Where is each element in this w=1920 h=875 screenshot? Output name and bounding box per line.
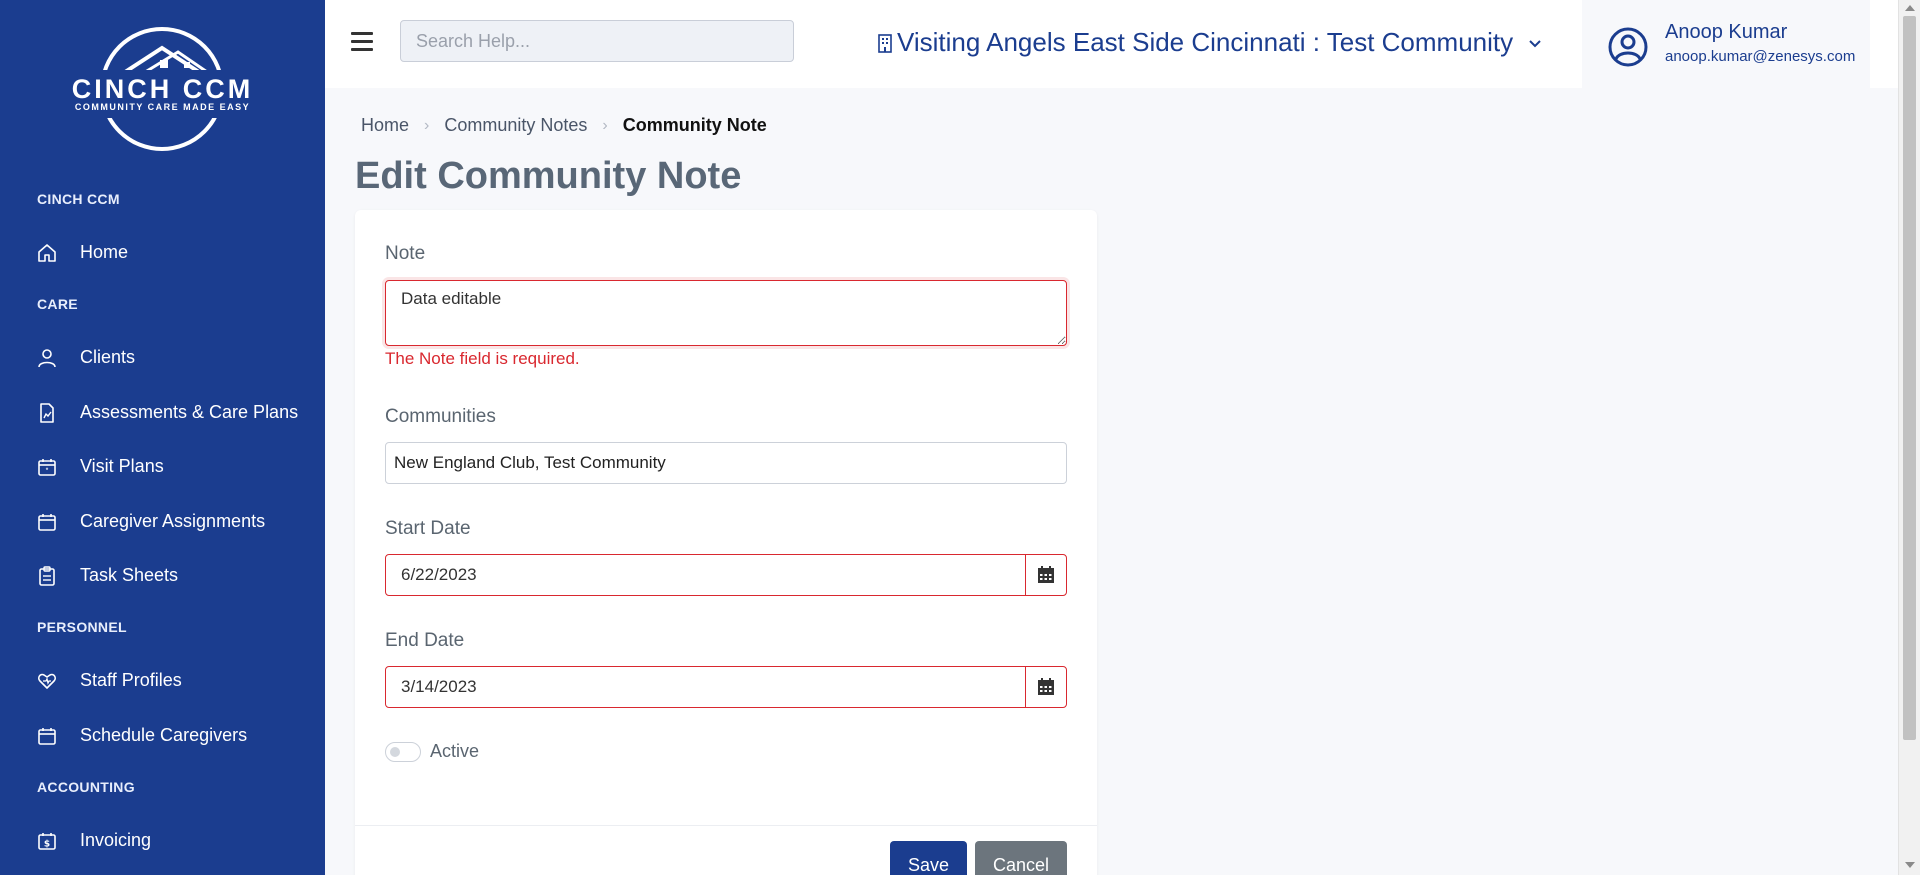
sidebar-item-label: Invoicing (80, 830, 152, 850)
chevron-right-icon: › (602, 116, 608, 134)
calendar-icon (38, 514, 56, 531)
sidebar-item-home[interactable]: Home (0, 231, 325, 275)
note-error-message: The Note field is required. (385, 349, 580, 368)
logo-tagline: COMMUNITY CARE MADE EASY (74, 102, 251, 112)
start-date-field (385, 554, 1067, 596)
sidebar-item-task-sheets[interactable]: Task Sheets (0, 554, 325, 598)
sidebar-item-label: Clients (80, 347, 136, 367)
active-label: Active (430, 741, 480, 761)
chevron-right-icon: › (424, 116, 430, 134)
cancel-button[interactable]: Cancel (975, 841, 1067, 875)
agency-name: Visiting Angels East Side Cincinnati : T… (897, 27, 1514, 57)
section-label-personnel: PERSONNEL (37, 619, 127, 635)
edit-note-form-card: Note Data editable The Note field is req… (355, 210, 1097, 875)
chevron-down-icon (1529, 39, 1541, 47)
sidebar-item-label: Assessments & Care Plans (80, 402, 299, 422)
end-date-picker-button[interactable] (1025, 667, 1066, 707)
active-toggle[interactable] (385, 742, 421, 762)
sidebar-item-clients[interactable]: Clients (0, 336, 325, 380)
toggle-knob (390, 747, 400, 757)
calendar-icon (38, 728, 56, 745)
section-label-cinch-ccm: CINCH CCM (37, 191, 120, 207)
scroll-up-arrow-icon[interactable] (1905, 5, 1915, 11)
menu-icon (351, 32, 373, 35)
sidebar-item-assessments[interactable]: Assessments & Care Plans (0, 391, 325, 435)
breadcrumb: Home › Community Notes › Community Note (361, 115, 767, 136)
sidebar-item-visit-plans[interactable]: Visit Plans (0, 445, 325, 489)
sidebar-item-label: Caregiver Assignments (80, 511, 266, 531)
sidebar-item-schedule-caregivers[interactable]: Schedule Caregivers (0, 714, 325, 758)
save-button[interactable]: Save (890, 841, 967, 875)
note-label: Note (385, 243, 426, 264)
sidebar-item-staff-profiles[interactable]: Staff Profiles (0, 659, 325, 703)
calendar-icon (1038, 678, 1054, 695)
calendar-icon (1038, 566, 1054, 583)
start-date-picker-button[interactable] (1025, 555, 1066, 595)
menu-toggle-button[interactable] (351, 32, 375, 56)
top-header: Visiting Angels East Side Cincinnati : T… (325, 0, 1898, 88)
user-email: anoop.kumar@zenesys.com (1665, 48, 1856, 65)
note-textarea[interactable]: Data editable (385, 280, 1067, 346)
cinch-ccm-logo[interactable]: CINCH CCM COMMUNITY CARE MADE EASY (60, 22, 265, 152)
sidebar-item-label: Home (80, 242, 129, 262)
user-name: Anoop Kumar (1665, 21, 1788, 43)
end-date-label: End Date (385, 630, 465, 651)
clipboard-icon (39, 566, 55, 586)
end-date-field (385, 666, 1067, 708)
section-label-care: CARE (37, 296, 78, 312)
scrollbar-thumb[interactable] (1903, 16, 1916, 740)
logo-title: CINCH CCM (71, 74, 254, 104)
menu-icon-bar (351, 48, 373, 51)
start-date-input[interactable] (386, 555, 1025, 595)
form-footer-divider (355, 825, 1097, 826)
sidebar: CINCH CCM COMMUNITY CARE MADE EASY CINCH… (0, 0, 325, 875)
communities-label: Communities (385, 406, 496, 427)
sidebar-item-invoicing[interactable]: $ Invoicing (0, 819, 325, 863)
communities-input[interactable] (385, 442, 1067, 484)
search-help-input[interactable] (400, 20, 794, 62)
person-icon (38, 349, 56, 368)
sidebar-item-label: Schedule Caregivers (80, 725, 248, 745)
page-title: Edit Community Note (355, 155, 742, 197)
start-date-label: Start Date (385, 518, 471, 539)
calendar-star-icon (38, 459, 56, 476)
section-label-accounting: ACCOUNTING (37, 779, 135, 795)
sidebar-item-label: Visit Plans (80, 456, 164, 476)
user-menu[interactable]: Anoop Kumar anoop.kumar@zenesys.com (1582, 0, 1870, 88)
page-scrollbar[interactable] (1898, 0, 1920, 875)
document-chart-icon (40, 403, 54, 423)
invoice-icon: $ (38, 833, 56, 850)
scroll-down-arrow-icon[interactable] (1905, 862, 1915, 868)
svg-text:$: $ (44, 840, 50, 850)
sidebar-item-caregiver-assignments[interactable]: Caregiver Assignments (0, 500, 325, 544)
heart-hand-icon (37, 673, 57, 689)
home-icon (38, 244, 56, 262)
breadcrumb-community-notes[interactable]: Community Notes (444, 115, 587, 136)
user-avatar-icon (1608, 27, 1648, 67)
building-icon (878, 33, 892, 53)
agency-selector[interactable]: Visiting Angels East Side Cincinnati : T… (877, 27, 1543, 58)
sidebar-item-label: Staff Profiles (80, 670, 182, 690)
end-date-input[interactable] (386, 667, 1025, 707)
breadcrumb-current: Community Note (622, 115, 767, 135)
breadcrumb-home[interactable]: Home (361, 115, 409, 136)
sidebar-item-label: Task Sheets (80, 565, 179, 585)
menu-icon-bar (351, 40, 373, 43)
